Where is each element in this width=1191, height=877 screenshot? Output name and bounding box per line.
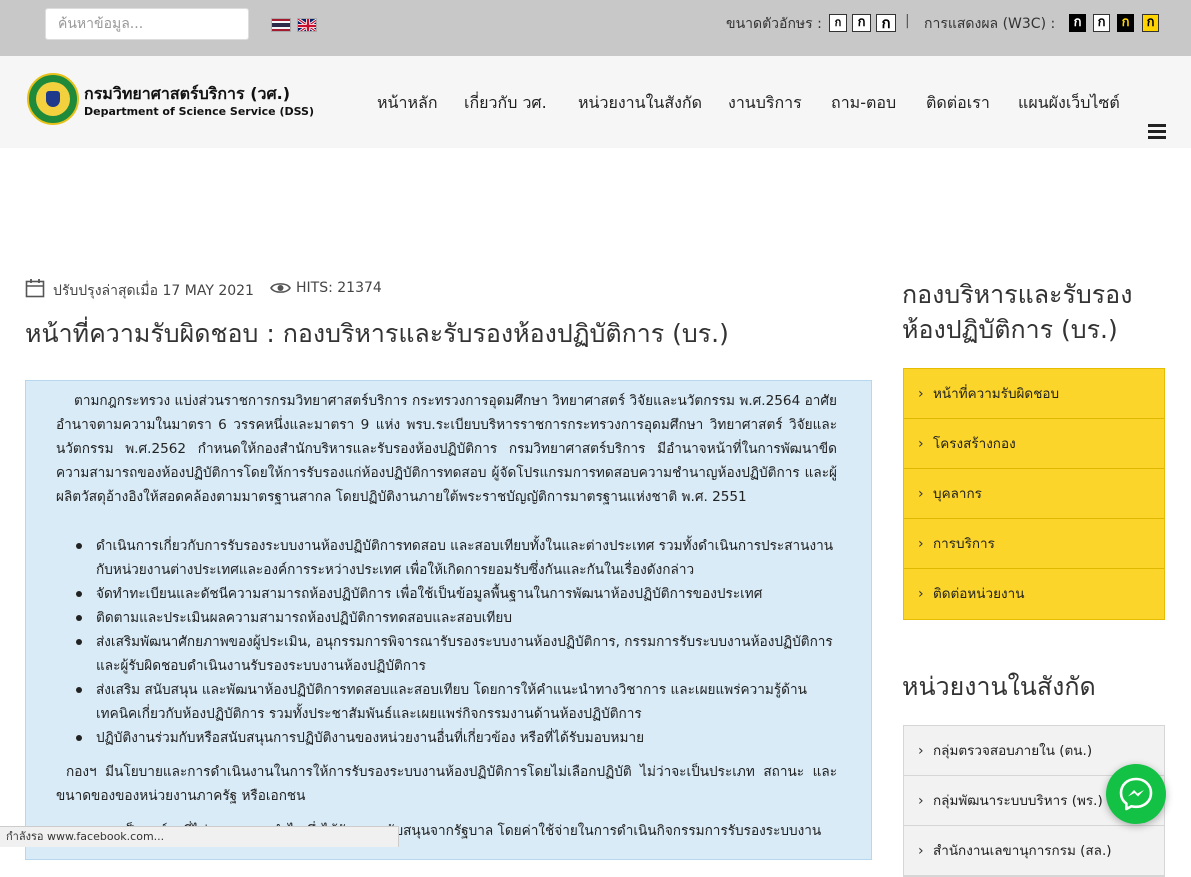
nav-home[interactable]: หน้าหลัก (377, 91, 438, 116)
sidebar-item-label: สำนักงานเลขานุการกรม (สล.) (933, 843, 1112, 859)
nav-faq[interactable]: ถาม-ตอบ (831, 91, 896, 116)
division-menu: › หน้าที่ความรับผิดชอบ › โครงสร้างกอง › บุค… (903, 368, 1165, 620)
last-updated: ปรับปรุงล่าสุดเมื่อ 17 MAY 2021 (53, 283, 254, 299)
chevron-right-icon: › (918, 843, 924, 859)
contrast-black-white-button[interactable]: ก (1069, 14, 1086, 32)
list-item: ส่งเสริม สนับสนุน และพัฒนาห้องปฏิบัติการ… (74, 678, 834, 726)
division-title-line2: ห้องปฏิบัติการ (บร.) (902, 315, 1118, 344)
chevron-right-icon: › (918, 436, 924, 452)
list-item: ส่งเสริมพัฒนาศักยภาพของผู้ประเมิน, อนุกร… (74, 630, 834, 678)
chevron-right-icon: › (918, 536, 924, 552)
contrast-normal-button[interactable]: ก (1093, 14, 1110, 32)
sidebar-item-label: หน้าที่ความรับผิดชอบ (933, 386, 1060, 402)
search-input[interactable] (45, 8, 249, 40)
contrast-yellow-black-button[interactable]: ก (1142, 14, 1159, 32)
thai-flag-icon[interactable] (271, 18, 291, 32)
intro-paragraph: ตามกฎกระทรวง แบ่งส่วนราชการกรมวิทยาศาสตร… (56, 393, 837, 505)
font-size-large-button[interactable]: ก (876, 14, 896, 32)
sidebar-item-personnel[interactable]: › บุคลากร (904, 469, 1164, 519)
separator: | (905, 13, 910, 29)
hamburger-menu-icon[interactable] (1148, 124, 1166, 140)
contrast-black-yellow-button[interactable]: ก (1117, 14, 1134, 32)
brand-name-thai[interactable]: กรมวิทยาศาสตร์บริการ (วศ.) (84, 82, 290, 107)
messenger-icon[interactable] (1106, 764, 1166, 824)
font-size-label: ขนาดตัวอักษร : (726, 16, 822, 32)
site-header: กรมวิทยาศาสตร์บริการ (วศ.) Department of… (0, 56, 1191, 148)
sidebar-item-label: การบริการ (933, 536, 995, 552)
article-content: ตามกฎกระทรวง แบ่งส่วนราชการกรมวิทยาศาสตร… (25, 380, 872, 860)
chevron-right-icon: › (918, 386, 924, 402)
duties-list: ดำเนินการเกี่ยวกับการรับรองระบบงานห้องปฏ… (74, 534, 834, 750)
browser-status-bar: กำลังรอ www.facebook.com... (0, 826, 399, 847)
calendar-icon (25, 278, 45, 302)
list-item: ปฏิบัติงานร่วมกับหรือสนับสนุนการปฏิบัติง… (74, 726, 834, 750)
chevron-right-icon: › (918, 486, 924, 502)
top-utility-bar: ขนาดตัวอักษร : ก ก ก | การแสดงผล (W3C) :… (0, 0, 1191, 56)
chevron-right-icon: › (918, 793, 924, 809)
sidebar-item-label: โครงสร้างกอง (933, 436, 1016, 452)
sidebar-item-label: กลุ่มพัฒนาระบบบริหาร (พร.) (933, 793, 1103, 809)
dss-logo[interactable] (27, 73, 79, 125)
list-item: ดำเนินการเกี่ยวกับการรับรองระบบงานห้องปฏ… (74, 534, 834, 582)
brand-name-english[interactable]: Department of Science Service (DSS) (84, 105, 314, 118)
sidebar-item-structure[interactable]: › โครงสร้างกอง (904, 419, 1164, 469)
policy-paragraph: กองฯ มีนโยบายและการดำเนินงานในการให้การร… (56, 764, 837, 804)
division-title-line1: กองบริหารและรับรอง (902, 280, 1133, 309)
sidebar-item-secretary-office[interactable]: › สำนักงานเลขานุการกรม (สล.) (904, 826, 1164, 876)
sidebar-item-label: กลุ่มตรวจสอบภายใน (ตน.) (933, 743, 1093, 759)
nav-sitemap[interactable]: แผนผังเว็บไซต์ (1018, 91, 1120, 116)
nav-units[interactable]: หน่วยงานในสังกัด (578, 91, 702, 116)
list-item: ติดตามและประเมินผลความสามารถห้องปฏิบัติก… (74, 606, 834, 630)
list-item: จัดทำทะเบียนและดัชนีความสามารถห้องปฏิบัต… (74, 582, 834, 606)
units-title: หน่วยงานในสังกัด (902, 672, 1096, 701)
page-title: หน้าที่ความรับผิดชอบ : กองบริหารและรับรอ… (25, 319, 729, 348)
sidebar-item-label: บุคลากร (933, 486, 982, 502)
display-mode-label: การแสดงผล (W3C) : (924, 16, 1056, 32)
nav-contact[interactable]: ติดต่อเรา (926, 91, 990, 116)
hits-count: HITS: 21374 (296, 280, 382, 296)
uk-flag-icon[interactable] (297, 18, 317, 32)
font-size-small-button[interactable]: ก (829, 14, 847, 32)
eye-icon (270, 280, 291, 299)
font-size-medium-button[interactable]: ก (852, 14, 871, 32)
nav-services[interactable]: งานบริการ (728, 91, 802, 116)
sidebar-item-responsibilities[interactable]: › หน้าที่ความรับผิดชอบ (904, 369, 1164, 419)
chevron-right-icon: › (918, 743, 924, 759)
sidebar-item-services[interactable]: › การบริการ (904, 519, 1164, 569)
sidebar-item-contact[interactable]: › ติดต่อหน่วยงาน (904, 569, 1164, 619)
chevron-right-icon: › (918, 586, 924, 602)
nav-about[interactable]: เกี่ยวกับ วศ. (464, 91, 547, 116)
sidebar-item-label: ติดต่อหน่วยงาน (933, 586, 1025, 602)
